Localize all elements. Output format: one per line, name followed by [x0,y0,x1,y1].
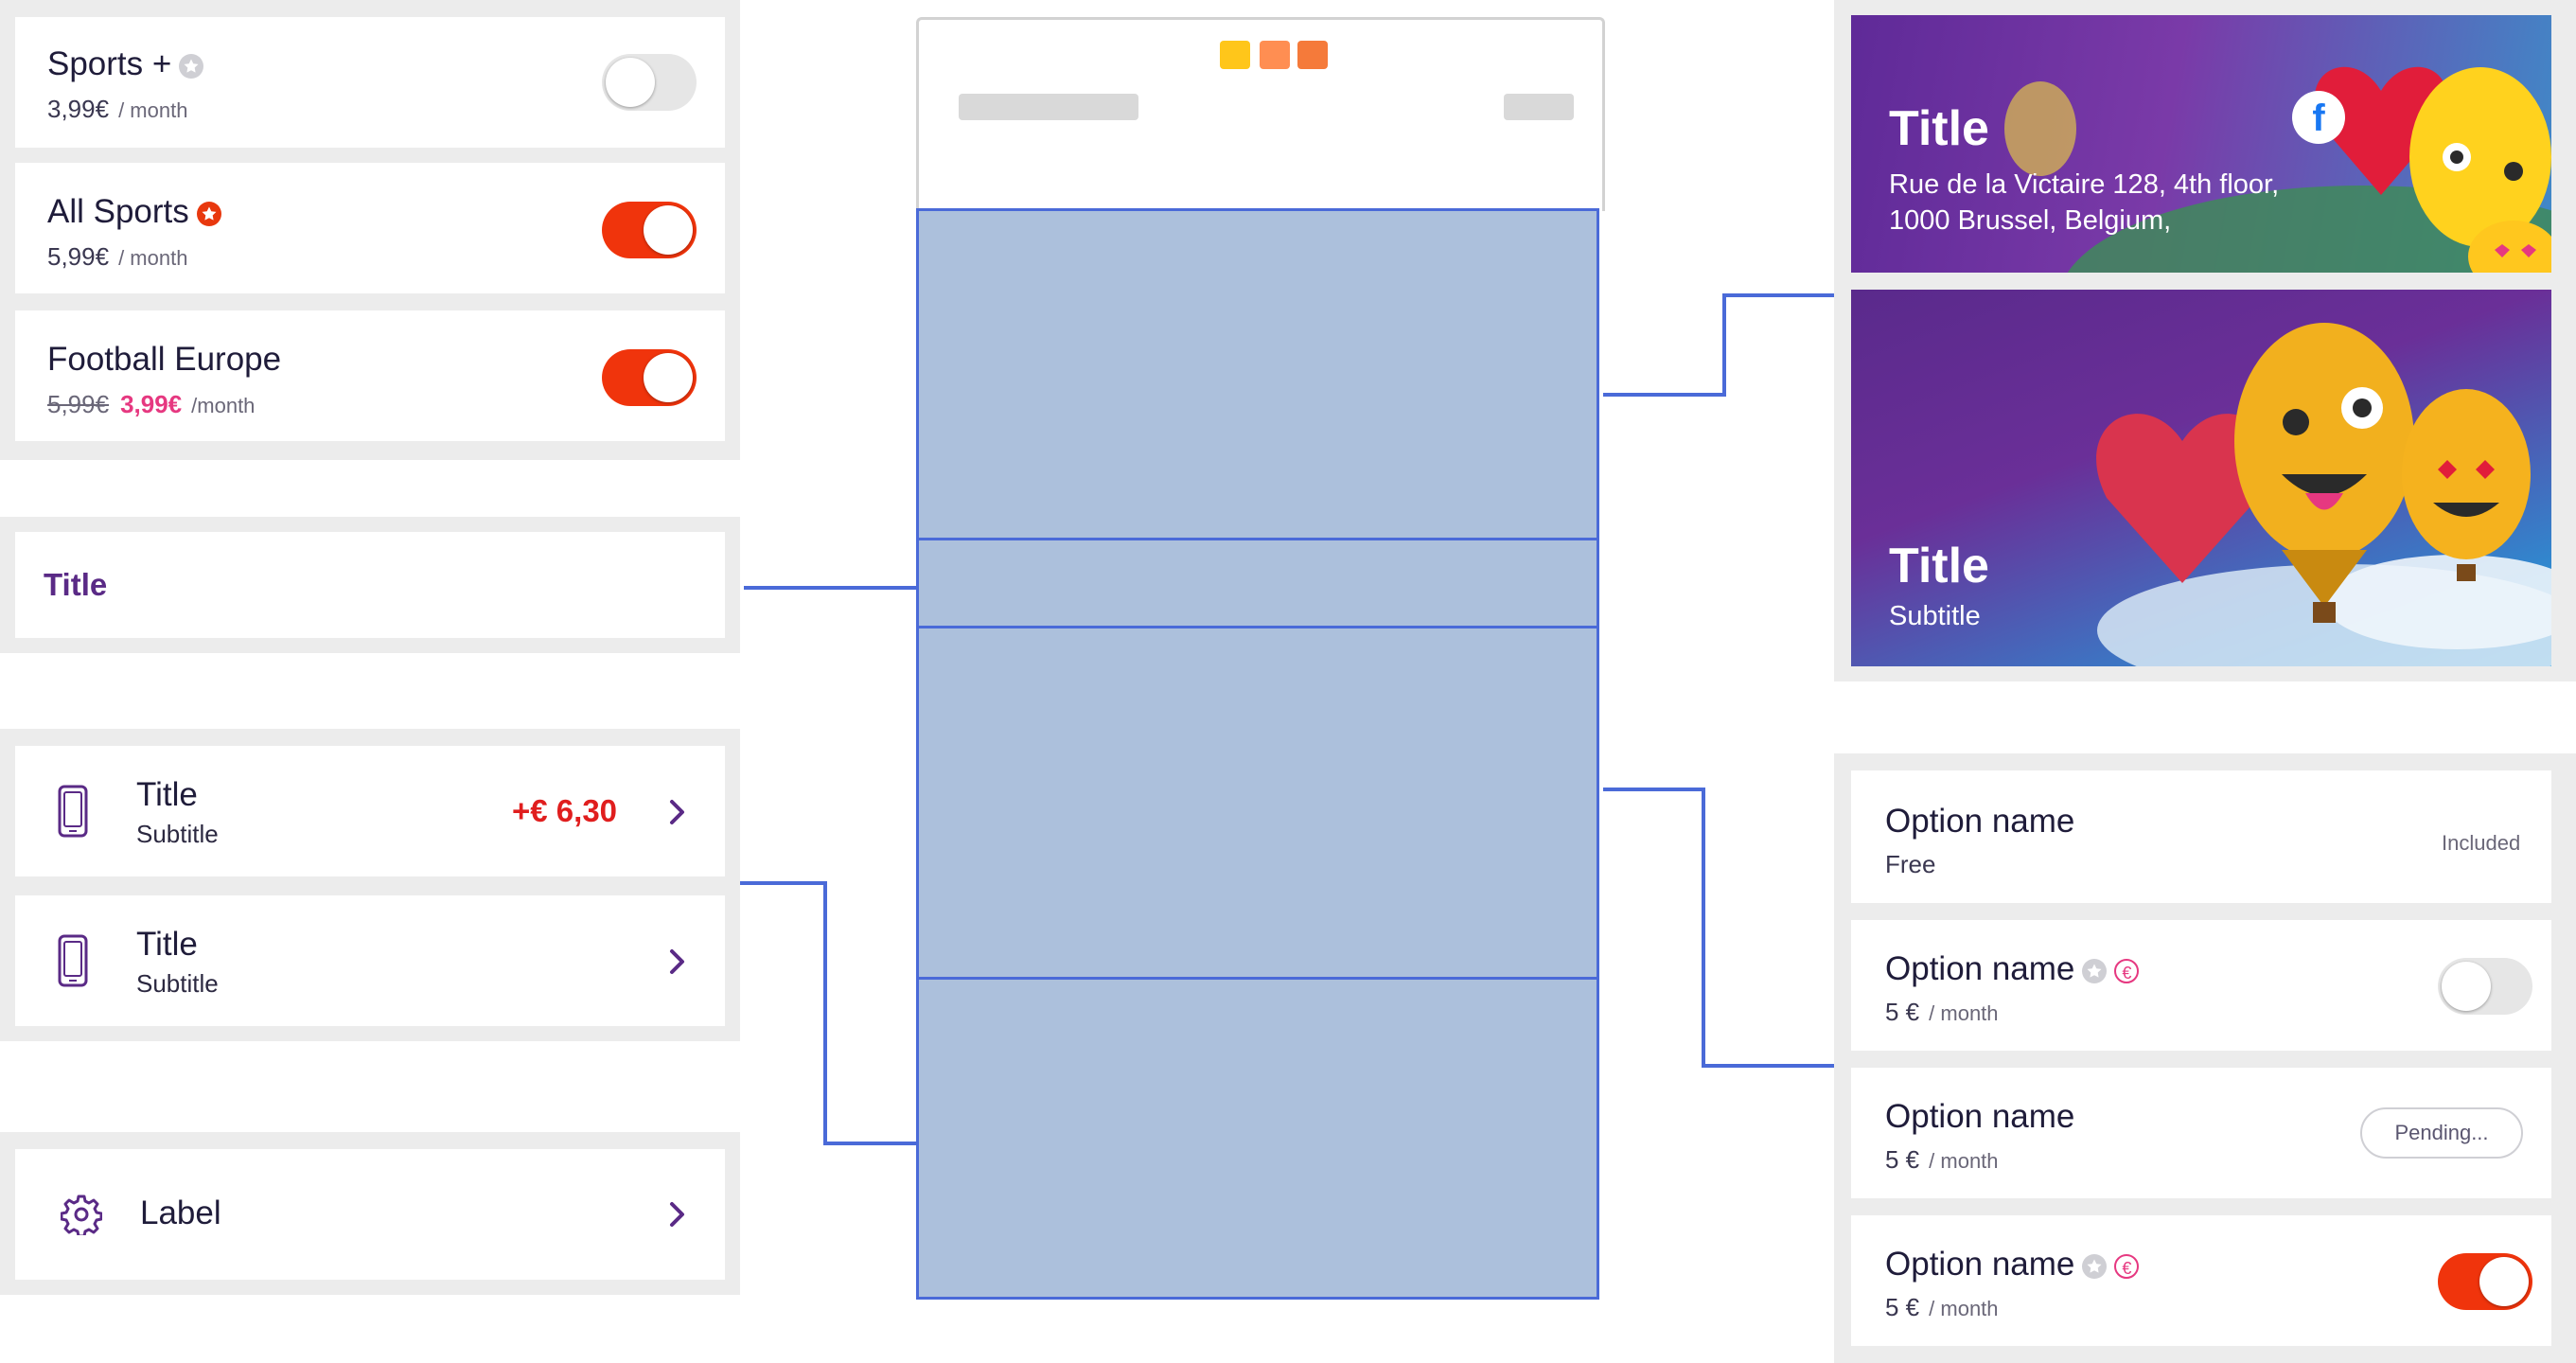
banner-address-line2: 1000 Brussel, Belgium, [1889,205,2172,236]
option-row[interactable]: Option name € 5 € / month [1851,920,2551,1051]
facebook-icon: f [2292,91,2345,144]
star-icon [2082,958,2108,983]
connector-list [740,881,916,1145]
banner-subtitle: Subtitle [1889,601,1981,631]
banner-hero[interactable]: Title Subtitle [1851,290,2551,666]
price-unit: / month [1929,1001,1999,1025]
option-toggle[interactable] [2438,1253,2532,1310]
banner-title: Title [1889,101,1989,156]
option-price: 5 € [1885,1293,1920,1321]
banner-address-line1: Rue de la Victaire 128, 4th floor, [1889,169,2280,200]
option-row[interactable]: Option name € 5 € / month [1851,1215,2551,1346]
price-unit: / month [1929,1297,1999,1320]
euro-icon: € [2114,958,2140,983]
option-name: Option name [1885,803,2075,840]
option-row[interactable]: Option name Free Included [1851,770,2551,903]
option-name: Option name [1885,950,2075,987]
option-price: Free [1885,850,1936,878]
option-toggle[interactable] [2438,958,2532,1015]
option-name: Option name [1885,1246,2075,1283]
option-price: 5 € [1885,1145,1920,1174]
connector-banner [1603,293,1834,397]
option-name: Option name [1885,1098,2075,1135]
euro-icon: € [2114,1253,2140,1279]
option-row[interactable]: Option name 5 € / month Pending... [1851,1068,2551,1198]
connector-options [1603,788,1834,1068]
banner-address[interactable]: f Title Rue de la Victaire 128, 4th floo… [1851,15,2551,273]
included-label: Included [2442,831,2521,855]
banner-title: Title [1889,539,1989,593]
price-unit: / month [1929,1149,1999,1173]
star-icon [2082,1253,2108,1279]
pending-status-pill: Pending... [2360,1107,2523,1159]
option-price: 5 € [1885,998,1920,1026]
